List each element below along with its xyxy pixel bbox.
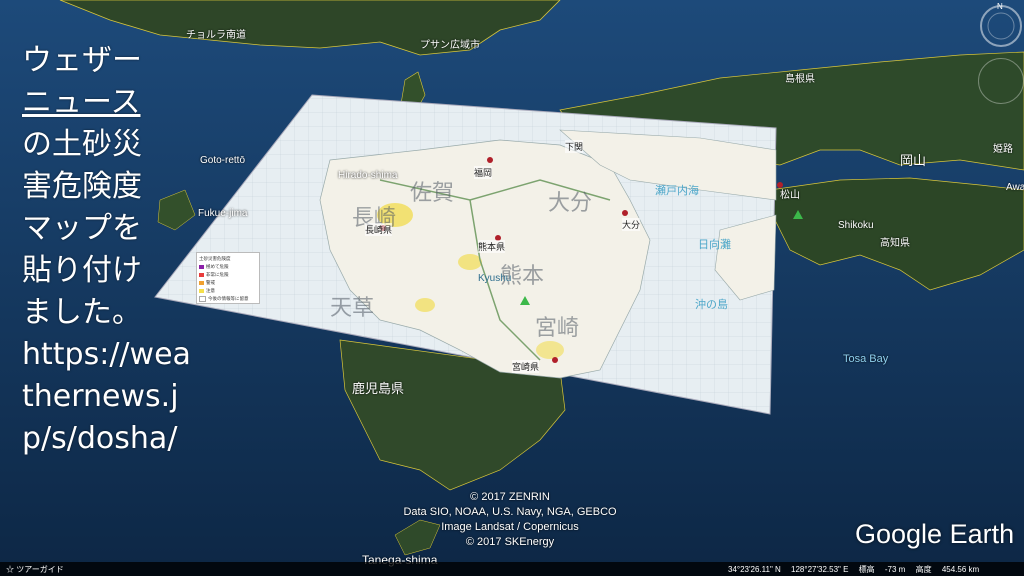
caption-url[interactable]: https://weathernews.jp/s/dosha/ [22,334,200,460]
map-label-goto: Goto-rettō [200,155,246,166]
map-label-busan: プサン広域市 [420,40,480,51]
legend-label: 極めて危険 [206,265,229,270]
map-label-shikoku: Shikoku [838,220,874,231]
overlay-sea-hyuga: 日向灘 [698,238,731,251]
legend-item: 非常に危険 [199,271,257,279]
legend-swatch [199,296,206,302]
caption-line: ウェザー [22,43,142,78]
compass-north-label: N [997,2,1003,11]
overlay-city-fukuoka: 福岡 [474,166,493,179]
latitude: 34°23'26.11" N [728,565,781,574]
overlay-sea-oki: 沖の島 [695,298,728,311]
overlay-pref-amakusa: 天草 [330,296,375,321]
copyright-line: Data SIO, NOAA, U.S. Navy, NGA, GEBCO [403,506,617,518]
city-marker[interactable] [622,210,628,216]
city-marker[interactable] [552,357,558,363]
elevation-value: -73 m [884,565,906,574]
compass-icon[interactable]: N [975,0,1023,48]
legend-item: 今後の情報等に留意 [199,295,257,303]
map-label-tosa-bay: Tosa Bay [843,353,889,365]
legend-label: 非常に危険 [206,273,229,278]
caption-line: マップを [22,211,142,246]
longitude: 128°27'32.53" E [791,565,849,574]
map-label-himeji: 姫路 [993,144,1013,155]
map-label-okayama: 岡山 [900,154,927,169]
caption-line: 害危険度 [22,169,142,204]
map-label-hirado: Hirado-shima [338,170,398,181]
overlay-city-shimonoseki: 下関 [565,140,584,153]
overlay-pref-miyazaki: 宮崎 [535,316,580,341]
caption-line: ニュース [22,85,141,120]
map-label-kochi: 高知県 [880,238,910,249]
copyright-block: © 2017 ZENRIN Data SIO, NOAA, U.S. Navy,… [390,490,630,550]
overlay-city-nagasaki: 長崎県 [365,223,393,236]
overlay-city-miyazaki: 宮崎県 [512,360,540,373]
map-label-korea: チョルラ南道 [186,30,246,41]
overlay-legend: 土砂災害危険度 極めて危険 非常に危険 警戒 注意 今後の情報等に留意 [196,252,260,304]
copyright-line: Image Landsat / Copernicus [441,521,579,533]
map-label-fukue: Fukue-jima [198,208,248,219]
legend-item: 警戒 [199,279,257,287]
elevation-label: 標高 [858,565,875,574]
legend-label: 今後の情報等に留意 [208,297,249,302]
caption-line: の土砂災 [22,127,142,162]
overlay-sea-seto: 瀬戸内海 [655,184,699,197]
map-label-matsuyama: 松山 [780,190,800,201]
map-label-awaji: Awaj [1006,182,1024,193]
map-label-kagoshima: 鹿児島県 [352,382,405,397]
status-bar: ☆ ツアーガイド 34°23'26.11" N 128°27'32.53" E … [0,562,1024,576]
legend-label: 警戒 [206,281,215,286]
caption-line: 貼り付け [22,253,142,288]
legend-item: 極めて危険 [199,263,257,271]
city-marker[interactable] [487,157,493,163]
caption-line: ました。 [22,295,142,330]
altitude-value: 454.56 km [941,565,980,574]
legend-title: 土砂災害危険度 [199,257,231,262]
legend-item: 注意 [199,287,257,295]
coordinates-readout: 34°23'26.11" N 128°27'32.53" E 標高 -73 m … [728,564,987,575]
overlay-label-kyushu: Kyushu [478,273,512,284]
slide-caption: ウェザー ニュース の土砂災 害危険度 マップを 貼り付け ました。 https… [22,40,200,460]
overlay-pref-oita: 大分 [548,191,593,216]
overlay-city-oita: 大分 [622,218,641,231]
altitude-label: 高度 [915,565,932,574]
map-label-shimane: 島根県 [785,74,815,85]
google-earth-logo: Google Earth [855,519,1015,549]
overlay-pref-saga: 佐賀 [410,181,455,206]
tour-guide-button[interactable]: ☆ ツアーガイド [6,564,64,575]
copyright-line: © 2017 ZENRIN [470,491,550,503]
look-control[interactable] [978,58,1024,104]
overlay-city-kumamoto: 熊本県 [478,240,506,253]
legend-label: 注意 [206,289,215,294]
copyright-line: © 2017 SKEnergy [465,536,555,548]
